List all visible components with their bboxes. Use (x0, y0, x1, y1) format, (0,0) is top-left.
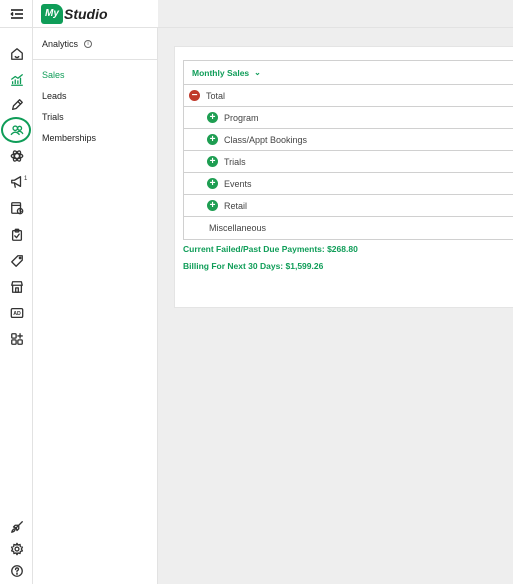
help-icon (10, 565, 23, 577)
icon-rail: 1 AD (0, 0, 33, 584)
nav-tools[interactable] (0, 93, 33, 117)
sales-table: Monthly Sales ⌄ − Total + Program + Clas… (183, 60, 513, 240)
home-icon (10, 48, 23, 60)
submenu-title: Analytics (42, 38, 79, 49)
failed-payments-summary: Current Failed/Past Due Payments: $268.8… (183, 244, 358, 254)
nav-tasks[interactable] (0, 223, 33, 247)
table-row-class-appt-bookings[interactable]: + Class/Appt Bookings (184, 129, 513, 151)
nav-schedule[interactable] (0, 196, 33, 220)
pencil-icon (11, 99, 23, 111)
store-icon (10, 281, 23, 293)
users-icon (10, 125, 23, 136)
logo-text: Studio (64, 5, 108, 22)
nav-announcements[interactable] (0, 170, 33, 194)
report-period-dropdown[interactable]: Monthly Sales ⌄ (184, 61, 513, 85)
analytics-submenu (33, 0, 158, 584)
row-label: Class/Appt Bookings (224, 134, 308, 145)
table-row-retail[interactable]: + Retail (184, 195, 513, 217)
row-label: Total (206, 90, 226, 101)
nav-analytics[interactable] (0, 68, 33, 92)
submenu-header: Analytics i (33, 28, 158, 60)
apps-add-icon (10, 333, 23, 345)
table-row-events[interactable]: + Events (184, 173, 513, 195)
row-label: Retail (224, 200, 248, 211)
table-row-trials[interactable]: + Trials (184, 151, 513, 173)
table-row-program[interactable]: + Program (184, 107, 513, 129)
expand-icon[interactable]: + (207, 200, 218, 211)
table-row-total[interactable]: − Total (184, 85, 513, 107)
chevron-down-icon: ⌄ (254, 68, 261, 77)
nav-home[interactable] (0, 42, 33, 66)
nav-apps[interactable] (0, 327, 33, 351)
nav-launch[interactable] (0, 515, 33, 539)
clipboard-check-icon (11, 228, 22, 241)
ad-icon: AD (10, 307, 23, 319)
report-period-label: Monthly Sales (192, 67, 250, 78)
expand-icon[interactable]: + (207, 134, 218, 145)
nav-integrations[interactable] (0, 144, 33, 168)
analytics-icon (10, 74, 23, 86)
row-label: Events (224, 178, 252, 189)
billing-next-30-days-summary: Billing For Next 30 Days: $1,599.26 (183, 261, 324, 271)
nav-help[interactable] (0, 559, 33, 583)
submenu-item-sales[interactable]: Sales (42, 70, 65, 80)
logo-mark: My (41, 3, 63, 24)
info-icon[interactable]: i (84, 39, 93, 48)
rocket-icon (10, 521, 23, 533)
menu-collapse-icon (9, 8, 23, 19)
submenu-item-memberships[interactable]: Memberships (42, 133, 96, 143)
table-row-miscellaneous: Miscellaneous (184, 217, 513, 239)
gear-icon (10, 542, 23, 556)
atom-icon (10, 150, 23, 162)
megaphone-icon (10, 176, 21, 188)
submenu-item-leads[interactable]: Leads (42, 91, 67, 101)
menu-toggle-button[interactable] (0, 0, 33, 28)
svg-text:AD: AD (13, 311, 21, 317)
brand-logo[interactable]: My Studio (33, 0, 158, 28)
announcement-count-badge: 1 (24, 176, 28, 182)
row-label: Miscellaneous (209, 223, 267, 233)
expand-icon[interactable]: + (207, 156, 218, 167)
nav-members[interactable] (0, 118, 33, 142)
submenu-item-trials[interactable]: Trials (42, 112, 64, 122)
nav-store[interactable] (0, 275, 33, 299)
nav-settings[interactable] (0, 537, 33, 561)
top-bar (158, 0, 513, 28)
row-label: Program (224, 112, 259, 123)
calendar-clock-icon (10, 202, 23, 215)
tag-icon (10, 255, 23, 267)
expand-icon[interactable]: + (207, 112, 218, 123)
collapse-icon[interactable]: − (189, 90, 200, 101)
nav-ads[interactable]: AD (0, 301, 33, 325)
row-label: Trials (224, 156, 246, 167)
nav-pricing[interactable] (0, 249, 33, 273)
expand-icon[interactable]: + (207, 178, 218, 189)
